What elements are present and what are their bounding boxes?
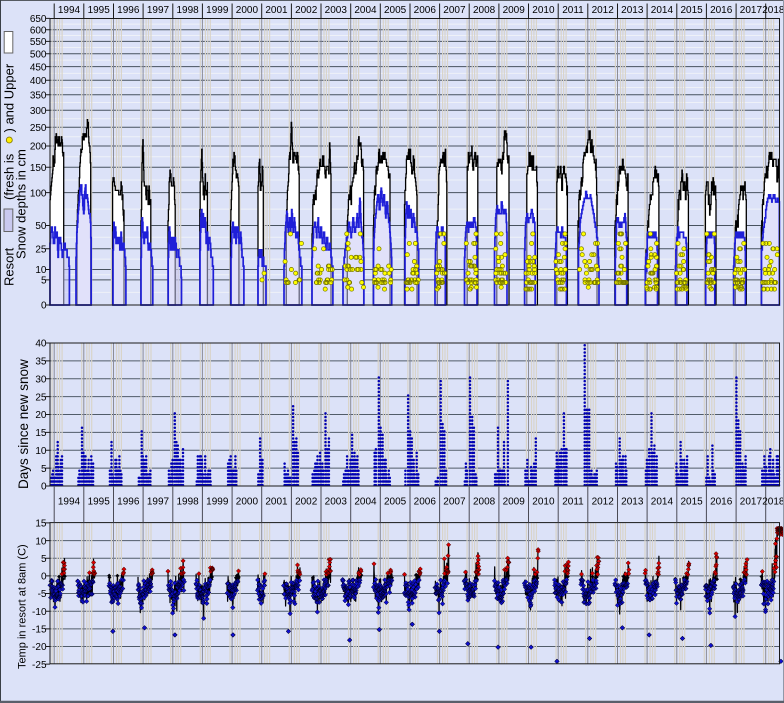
svg-text:2008: 2008 <box>473 5 496 16</box>
svg-text:1998: 1998 <box>176 497 199 508</box>
svg-text:1995: 1995 <box>88 497 111 508</box>
svg-text:2018: 2018 <box>762 5 784 16</box>
svg-text:50: 50 <box>35 221 47 232</box>
svg-text:1997: 1997 <box>147 5 170 16</box>
svg-text:2008: 2008 <box>473 497 496 508</box>
svg-text:5: 5 <box>41 554 47 565</box>
svg-text:2009: 2009 <box>503 5 526 16</box>
svg-text:2006: 2006 <box>414 5 437 16</box>
svg-text:2016: 2016 <box>710 497 733 508</box>
svg-text:35: 35 <box>35 357 47 368</box>
svg-text:2003: 2003 <box>325 497 348 508</box>
svg-text:Temp in resort at 8am (C): Temp in resort at 8am (C) <box>17 544 29 669</box>
svg-text:250: 250 <box>30 123 47 134</box>
svg-text:5: 5 <box>41 464 47 475</box>
svg-text:2013: 2013 <box>621 497 644 508</box>
svg-text:2017: 2017 <box>740 5 763 16</box>
svg-text:-5: -5 <box>38 589 47 600</box>
svg-text:2005: 2005 <box>384 5 407 16</box>
svg-text:2015: 2015 <box>680 5 703 16</box>
svg-text:10: 10 <box>35 265 47 276</box>
svg-text:2011: 2011 <box>562 497 584 508</box>
svg-text:10: 10 <box>35 446 47 457</box>
svg-text:2014: 2014 <box>651 497 674 508</box>
svg-text:2007: 2007 <box>443 497 466 508</box>
svg-text:2015: 2015 <box>680 497 703 508</box>
svg-text:450: 450 <box>30 62 47 73</box>
svg-text:2002: 2002 <box>295 5 318 16</box>
svg-text:2014: 2014 <box>651 5 674 16</box>
svg-text:15: 15 <box>35 519 47 530</box>
svg-text:2013: 2013 <box>621 5 644 16</box>
svg-text:25: 25 <box>35 245 47 256</box>
svg-text:600: 600 <box>30 25 47 36</box>
svg-text:1995: 1995 <box>88 5 111 16</box>
svg-text:2007: 2007 <box>443 5 466 16</box>
svg-text:1999: 1999 <box>206 5 229 16</box>
svg-text:1996: 1996 <box>117 5 140 16</box>
svg-text:350: 350 <box>30 90 47 101</box>
svg-text:1997: 1997 <box>147 497 170 508</box>
svg-text:1999: 1999 <box>206 497 229 508</box>
svg-text:2017: 2017 <box>740 497 763 508</box>
svg-text:40: 40 <box>35 339 47 350</box>
svg-text:2010: 2010 <box>532 497 555 508</box>
svg-text:1994: 1994 <box>58 5 81 16</box>
svg-text:2010: 2010 <box>532 5 555 16</box>
svg-text:15: 15 <box>35 428 47 439</box>
svg-text:650: 650 <box>30 14 47 25</box>
svg-text:5: 5 <box>41 276 47 287</box>
svg-text:2000: 2000 <box>236 497 259 508</box>
svg-text:1998: 1998 <box>176 5 199 16</box>
svg-text:2018: 2018 <box>762 497 784 508</box>
svg-text:2000: 2000 <box>236 5 259 16</box>
svg-text:200: 200 <box>30 142 47 153</box>
svg-text:0: 0 <box>41 572 47 583</box>
svg-text:550: 550 <box>30 37 47 48</box>
svg-text:500: 500 <box>30 49 47 60</box>
svg-text:20: 20 <box>35 410 47 421</box>
svg-text:100: 100 <box>30 188 47 199</box>
svg-text:0: 0 <box>41 482 47 493</box>
svg-text:2003: 2003 <box>325 5 348 16</box>
svg-text:2004: 2004 <box>354 5 377 16</box>
svg-text:2005: 2005 <box>384 497 407 508</box>
svg-text:300: 300 <box>30 106 47 117</box>
svg-text:2006: 2006 <box>414 497 437 508</box>
svg-text:1996: 1996 <box>117 497 140 508</box>
svg-text:2001: 2001 <box>265 497 288 508</box>
svg-text:) and Upper: ) and Upper <box>2 63 17 132</box>
svg-text:400: 400 <box>30 76 47 87</box>
svg-text:Snow depths in cm: Snow depths in cm <box>14 149 29 259</box>
svg-text:0: 0 <box>41 301 47 312</box>
svg-text:10: 10 <box>35 536 47 547</box>
svg-text:-25: -25 <box>32 660 47 671</box>
svg-text:2001: 2001 <box>265 5 288 16</box>
svg-text:2016: 2016 <box>710 5 733 16</box>
svg-text:-15: -15 <box>32 625 47 636</box>
svg-text:-10: -10 <box>32 607 47 618</box>
svg-text:2012: 2012 <box>592 5 615 16</box>
svg-text:30: 30 <box>35 374 47 385</box>
svg-text:150: 150 <box>30 163 47 174</box>
svg-text:25: 25 <box>35 392 47 403</box>
svg-text:1994: 1994 <box>58 497 81 508</box>
svg-text:2011: 2011 <box>562 5 584 16</box>
svg-text:2002: 2002 <box>295 497 318 508</box>
svg-text:2012: 2012 <box>592 497 615 508</box>
svg-text:Days since new snow: Days since new snow <box>16 359 31 489</box>
svg-text:2004: 2004 <box>354 497 377 508</box>
svg-text:2009: 2009 <box>503 497 526 508</box>
svg-text:-20: -20 <box>32 642 47 653</box>
